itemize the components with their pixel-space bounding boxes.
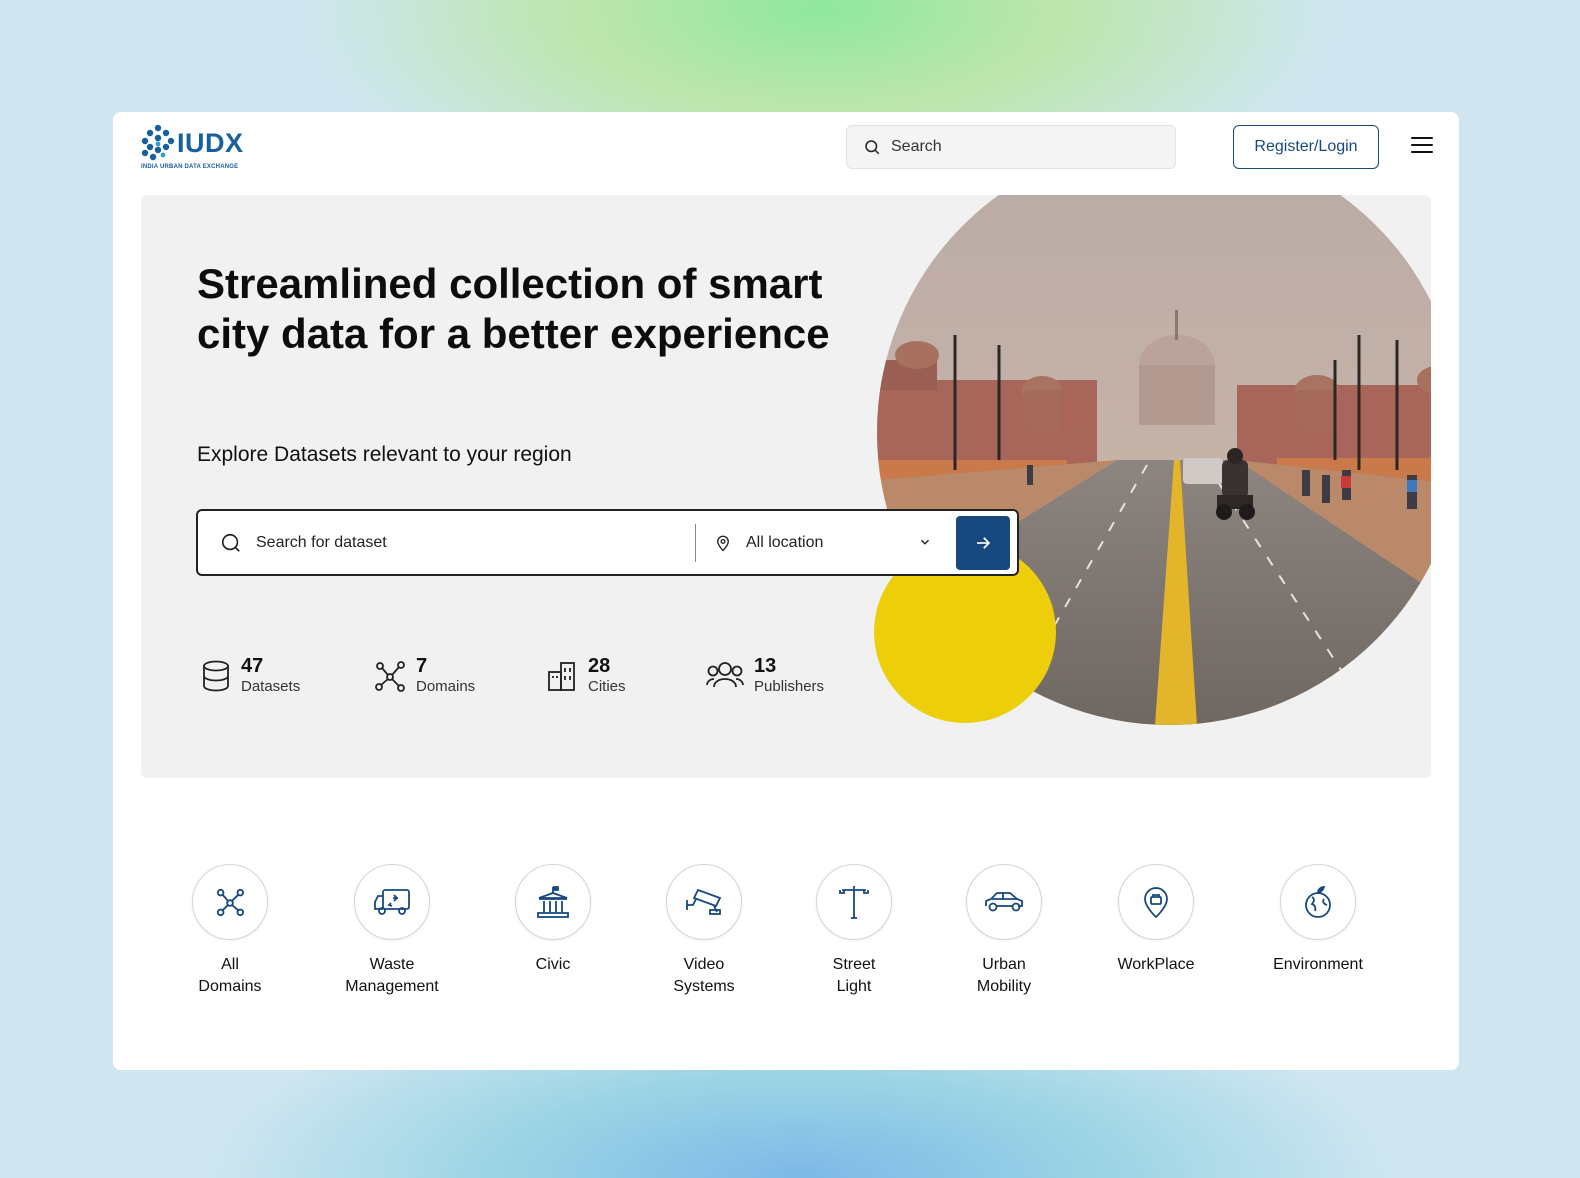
hamburger-menu-icon[interactable]	[1411, 137, 1435, 157]
page-card: IUDX INDIA URBAN DATA EXCHANGE Search Re…	[113, 112, 1459, 1070]
register-login-button[interactable]: Register/Login	[1233, 125, 1379, 169]
domain-label: Video Systems	[673, 956, 735, 995]
domain-video-systems[interactable]: Video Systems	[639, 864, 769, 998]
location-value: All location	[746, 533, 824, 551]
logo-mark-icon	[141, 124, 175, 161]
domain-icon-circle	[515, 864, 591, 940]
civic-building-icon	[537, 886, 569, 918]
cctv-icon	[686, 888, 722, 915]
stat-label: Domains	[416, 678, 476, 695]
dataset-search-input[interactable]: Search for dataset	[198, 532, 695, 554]
globe-leaf-icon	[1305, 886, 1331, 918]
workplace-pin-icon	[1144, 887, 1168, 919]
stat-value: 47	[241, 655, 264, 677]
logo-text: IUDX	[177, 128, 244, 158]
domain-environment[interactable]: Environment	[1253, 864, 1383, 976]
domain-icon-circle	[1280, 864, 1356, 940]
stat-value: 28	[588, 655, 611, 677]
domain-label: Urban Mobility	[976, 956, 1032, 995]
dataset-search-placeholder: Search for dataset	[256, 533, 387, 551]
domain-icon-circle	[666, 864, 742, 940]
domain-all-domains[interactable]: All Domains	[165, 864, 295, 998]
domain-categories: All Domains Waste Management Civic Video Sy…	[113, 864, 1459, 1014]
chevron-down-icon	[920, 539, 930, 545]
stat-domains: 7 Domains	[374, 655, 546, 697]
stat-publishers: 13 Publishers	[706, 655, 876, 697]
header-search-placeholder: Search	[891, 138, 942, 155]
arrow-right-icon	[977, 536, 991, 549]
domain-icon-circle	[354, 864, 430, 940]
stat-cities: 28 Cities	[546, 655, 706, 697]
stat-label: Cities	[588, 678, 626, 695]
stat-label: Datasets	[241, 678, 301, 695]
dataset-search-bar: Search for dataset All location	[196, 509, 1019, 576]
domain-label: Civic	[535, 956, 571, 973]
domain-street-light[interactable]: Street Light	[789, 864, 919, 998]
location-pin-icon	[717, 535, 729, 551]
search-submit-button[interactable]	[956, 515, 1010, 570]
hero-subtitle: Explore Datasets relevant to your region	[197, 443, 572, 466]
network-icon	[375, 661, 405, 692]
domain-label: Environment	[1273, 956, 1363, 973]
domain-civic[interactable]: Civic	[488, 864, 618, 976]
iudx-logo[interactable]: IUDX INDIA URBAN DATA EXCHANGE	[141, 124, 251, 174]
stat-label: Publishers	[754, 678, 825, 695]
people-icon	[706, 662, 744, 688]
location-select[interactable]: All location	[696, 533, 954, 553]
stat-value: 7	[416, 655, 428, 677]
street-light-icon	[839, 886, 869, 919]
network-icon	[216, 888, 245, 917]
header-search-input[interactable]: Search	[846, 125, 1176, 169]
hero-section: Streamlined collection of smart city dat…	[141, 195, 1431, 778]
stat-value: 13	[754, 655, 777, 677]
domain-icon-circle	[192, 864, 268, 940]
hero-title: Streamlined collection of smart city dat…	[197, 260, 830, 357]
garbage-truck-icon	[374, 889, 410, 915]
search-icon	[865, 140, 880, 155]
domain-workplace[interactable]: WorkPlace	[1091, 864, 1221, 976]
domain-label: Street Light	[832, 956, 876, 995]
buildings-icon	[548, 662, 575, 691]
search-icon	[221, 533, 240, 552]
domain-label: All Domains	[198, 956, 262, 995]
domain-icon-circle	[966, 864, 1042, 940]
car-icon	[985, 892, 1023, 912]
domain-icon-circle	[816, 864, 892, 940]
logo-subtitle: INDIA URBAN DATA EXCHANGE	[141, 164, 239, 170]
domain-waste-management[interactable]: Waste Management	[327, 864, 457, 998]
database-icon	[203, 660, 229, 692]
domain-icon-circle	[1118, 864, 1194, 940]
domain-label: WorkPlace	[1117, 956, 1195, 973]
domain-label: Waste Management	[345, 956, 439, 995]
stats-row: 47 Datasets 7 Domains 28 Cities 13 Publisher…	[201, 655, 876, 697]
stat-datasets: 47 Datasets	[201, 655, 374, 697]
domain-urban-mobility[interactable]: Urban Mobility	[939, 864, 1069, 998]
